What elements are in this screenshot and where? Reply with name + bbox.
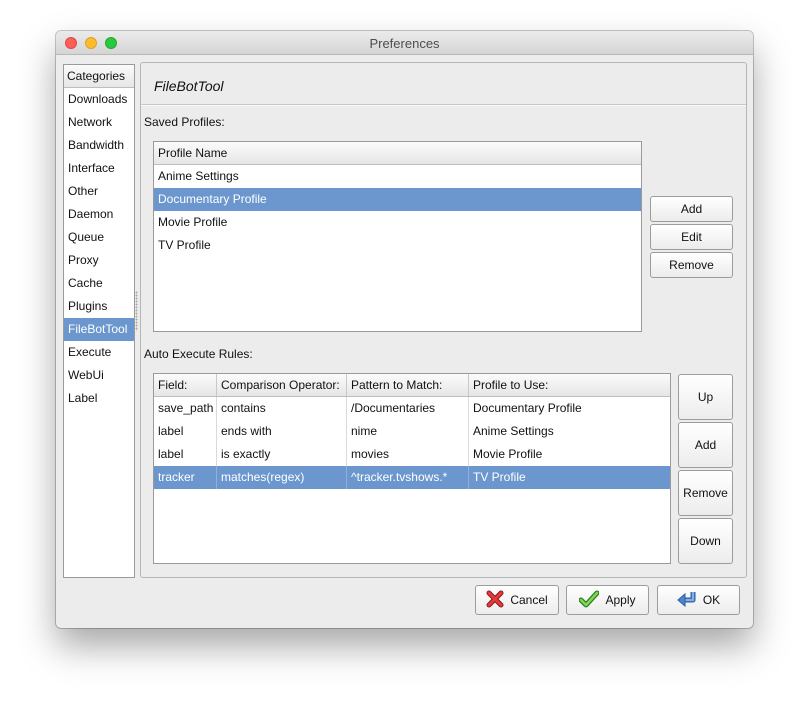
category-item-plugins[interactable]: Plugins (64, 295, 134, 318)
profile-name-column-header[interactable]: Profile Name (154, 142, 641, 164)
cancel-button-label: Cancel (510, 593, 548, 607)
rules-table-header: Field: Comparison Operator: Pattern to Mat… (154, 374, 670, 397)
panel-title: FileBotTool (154, 78, 224, 94)
profile-row[interactable]: Documentary Profile (154, 188, 641, 211)
splitter-handle[interactable] (135, 291, 138, 331)
profile-to-use-cell: Anime Settings (473, 424, 554, 438)
rule-row[interactable]: label is exactly movies Movie Profile (154, 443, 670, 466)
profile-to-use-cell: Movie Profile (473, 447, 543, 461)
add-profile-button[interactable]: Add (650, 196, 733, 222)
category-item-filebottool[interactable]: FileBotTool (64, 318, 134, 341)
category-item-daemon[interactable]: Daemon (64, 203, 134, 226)
comparison-operator-cell: is exactly (217, 443, 347, 466)
auto-execute-rules-label: Auto Execute Rules: (144, 347, 253, 361)
category-item-proxy[interactable]: Proxy (64, 249, 134, 272)
profile-row[interactable]: Movie Profile (154, 211, 641, 234)
comparison-operator-cell: ends with (217, 420, 347, 443)
rule-row[interactable]: save_path contains/Documentaries Documenta… (154, 397, 670, 420)
category-item-network[interactable]: Network (64, 111, 134, 134)
ok-button[interactable]: OK (657, 585, 740, 615)
profile-to-use-column-header[interactable]: Profile to Use: (469, 374, 668, 396)
move-rule-down-button[interactable]: Down (678, 518, 733, 564)
apply-button-label: Apply (605, 593, 636, 607)
category-item-queue[interactable]: Queue (64, 226, 134, 249)
preferences-window: Preferences Categories Downloads Network B… (56, 31, 753, 628)
filebottool-panel: FileBotTool Saved Profiles: Profile Name… (140, 62, 747, 578)
apply-button[interactable]: Apply (566, 585, 649, 615)
profiles-table: Profile Name Anime Settings Documentary P… (153, 141, 642, 332)
rules-table: Field: Comparison Operator: Pattern to Mat… (153, 373, 671, 564)
profile-name-cell: Documentary Profile (158, 192, 267, 206)
remove-rule-button[interactable]: Remove (678, 470, 733, 516)
profile-to-use-cell: TV Profile (473, 470, 526, 484)
category-item-label[interactable]: Label (64, 387, 134, 410)
title-bar[interactable]: Preferences (56, 31, 753, 55)
profiles-table-body: Anime Settings Documentary Profile Movie P… (154, 165, 641, 257)
rule-row[interactable]: tracker matches(regex) ^tracker.tvshows.* T… (154, 466, 670, 489)
panel-divider (141, 104, 746, 106)
profile-name-cell: TV Profile (158, 238, 211, 252)
rule-row[interactable]: label ends with nime Anime Settings (154, 420, 670, 443)
red-x-icon (486, 590, 504, 611)
categories-header: Categories (64, 65, 134, 88)
ok-button-label: OK (702, 593, 721, 607)
comparison-operator-cell: contains (217, 397, 347, 420)
category-item-webui[interactable]: WebUi (64, 364, 134, 387)
category-item-bandwidth[interactable]: Bandwidth (64, 134, 134, 157)
field-cell: save_path (154, 397, 217, 420)
field-column-header[interactable]: Field: (154, 374, 217, 396)
blue-return-arrow-icon (677, 590, 697, 611)
cancel-button[interactable]: Cancel (475, 585, 559, 615)
profile-name-cell: Anime Settings (158, 169, 239, 183)
remove-profile-button[interactable]: Remove (650, 252, 733, 278)
pattern-to-match-cell: nime (347, 420, 469, 443)
rules-table-body: save_path contains/Documentaries Documenta… (154, 397, 670, 489)
profile-row[interactable]: TV Profile (154, 234, 641, 257)
field-cell: label (154, 420, 217, 443)
category-item-interface[interactable]: Interface (64, 157, 134, 180)
field-cell: tracker (154, 466, 217, 489)
category-item-other[interactable]: Other (64, 180, 134, 203)
profile-name-cell: Movie Profile (158, 215, 228, 229)
field-cell: label (154, 443, 217, 466)
profile-row[interactable]: Anime Settings (154, 165, 641, 188)
saved-profiles-label: Saved Profiles: (144, 115, 225, 129)
categories-list: Categories Downloads Network Bandwidth Inte… (63, 64, 135, 578)
categories-items: Downloads Network Bandwidth Interface Other D… (64, 88, 134, 410)
profile-to-use-cell: Documentary Profile (473, 401, 582, 415)
pattern-to-match-column-header[interactable]: Pattern to Match: (347, 374, 469, 396)
pattern-to-match-cell: /Documentaries (347, 397, 469, 420)
category-item-execute[interactable]: Execute (64, 341, 134, 364)
category-item-downloads[interactable]: Downloads (64, 88, 134, 111)
move-rule-up-button[interactable]: Up (678, 374, 733, 420)
pattern-to-match-cell: ^tracker.tvshows.* (347, 466, 469, 489)
comparison-operator-column-header[interactable]: Comparison Operator: (217, 374, 347, 396)
comparison-operator-cell: matches(regex) (217, 466, 347, 489)
pattern-to-match-cell: movies (347, 443, 469, 466)
window-title: Preferences (369, 36, 440, 51)
category-item-cache[interactable]: Cache (64, 272, 134, 295)
green-check-icon (578, 590, 600, 611)
profiles-table-header: Profile Name (154, 142, 641, 165)
edit-profile-button[interactable]: Edit (650, 224, 733, 250)
add-rule-button[interactable]: Add (678, 422, 733, 468)
